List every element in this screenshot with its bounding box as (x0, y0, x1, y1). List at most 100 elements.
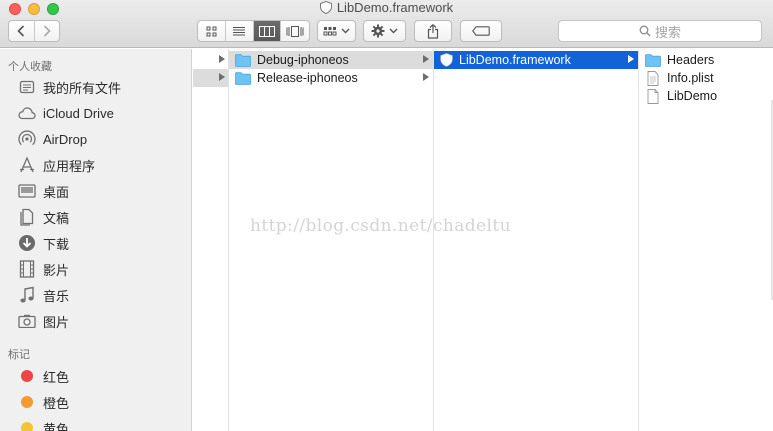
watermark-text: http://blog.csdn.net/chadeltu (250, 216, 511, 236)
view-coverflow-button[interactable] (281, 21, 309, 41)
sidebar-item-label: 红色 (43, 369, 70, 385)
view-mode-control (197, 20, 310, 42)
tag-icon (472, 26, 490, 36)
sidebar-item-label: 图片 (43, 314, 70, 330)
list-item-libdemo-framework[interactable]: LibDemo.framework (434, 51, 638, 69)
documents-icon (17, 207, 37, 227)
sidebar-item-pictures[interactable]: 图片 (0, 309, 191, 333)
search-icon (639, 25, 651, 37)
sidebar-item-desktop[interactable]: 桌面 (0, 179, 191, 203)
sidebar-item-label: 影片 (43, 262, 70, 278)
chevron-right-icon (43, 25, 51, 37)
edit-tags-button[interactable] (460, 20, 502, 42)
disclosure-arrow-icon (628, 55, 634, 63)
music-icon (17, 285, 37, 305)
zoom-button[interactable] (47, 3, 59, 15)
applications-icon (17, 155, 37, 175)
sidebar-item-label: 音乐 (43, 288, 70, 304)
disclosure-arrow-icon (423, 55, 429, 63)
coverflow-view-icon (286, 25, 304, 37)
column-view-icon (258, 25, 275, 37)
favorites-heading: 个人收藏 (8, 61, 52, 73)
file-icon (645, 88, 661, 104)
tags-heading: 标记 (8, 349, 30, 361)
sidebar-item-downloads[interactable]: 下载 (0, 231, 191, 255)
sidebar-item-applications[interactable]: 应用程序 (0, 153, 191, 177)
tag-dot-icon (17, 392, 37, 412)
sidebar-item-airdrop[interactable]: AirDrop (0, 127, 191, 151)
column-1: Debug-iphoneos Release-iphoneos (229, 49, 434, 431)
gear-icon (371, 24, 385, 38)
chevron-left-icon (17, 25, 25, 37)
folder-icon (235, 53, 251, 67)
desktop-icon (17, 181, 37, 201)
action-dropdown[interactable] (363, 20, 406, 42)
downloads-icon (17, 233, 37, 253)
framework-title-icon (319, 0, 332, 18)
share-button[interactable] (414, 20, 452, 42)
list-item-libdemo[interactable]: LibDemo (639, 87, 773, 105)
arrange-grid-icon (323, 26, 337, 35)
cloud-icon (17, 103, 37, 123)
parent-row[interactable] (193, 51, 228, 69)
sidebar-item-all-files[interactable]: 我的所有文件 (0, 75, 191, 99)
list-item-info-plist[interactable]: Info.plist (639, 69, 773, 87)
arrange-dropdown[interactable] (317, 20, 356, 42)
item-name: Headers (667, 53, 715, 67)
toolbar: LibDemo.framework 搜索 (0, 0, 773, 48)
column-2: LibDemo.framework (434, 49, 639, 431)
close-button[interactable] (9, 3, 21, 15)
minimize-button[interactable] (28, 3, 40, 15)
window-title: LibDemo.framework (0, 0, 773, 16)
back-button[interactable] (9, 21, 35, 41)
movies-icon (17, 259, 37, 279)
column-3: Headers Info.plist LibDemo (639, 49, 773, 431)
chevron-down-icon (341, 28, 350, 34)
tag-dot-icon (17, 366, 37, 386)
chevron-down-icon (389, 28, 398, 34)
column-parent (193, 49, 229, 431)
nav-buttons (8, 20, 60, 42)
forward-button[interactable] (35, 21, 60, 41)
list-item-headers[interactable]: Headers (639, 51, 773, 69)
folder-icon (235, 71, 251, 85)
list-item-debug-iphoneos[interactable]: Debug-iphoneos (229, 51, 433, 69)
all-files-icon (17, 77, 37, 97)
folder-icon (645, 53, 661, 67)
sidebar-item-music[interactable]: 音乐 (0, 283, 191, 307)
parent-row-selected[interactable] (193, 69, 228, 87)
view-icon-button[interactable] (198, 21, 226, 41)
sidebar-item-label: 桌面 (43, 184, 70, 200)
sidebar-tag-yellow[interactable]: 黄色 (0, 416, 191, 431)
view-list-button[interactable] (226, 21, 254, 41)
sidebar-item-label: 橙色 (43, 395, 70, 411)
tag-dot-icon (17, 418, 37, 431)
sidebar-tag-red[interactable]: 红色 (0, 364, 191, 388)
sidebar-tag-orange[interactable]: 橙色 (0, 390, 191, 414)
item-name: Release-iphoneos (257, 71, 358, 85)
list-item-release-iphoneos[interactable]: Release-iphoneos (229, 69, 433, 87)
sidebar-item-movies[interactable]: 影片 (0, 257, 191, 281)
view-column-button[interactable] (253, 21, 282, 41)
sidebar: 个人收藏 我的所有文件 iCloud Drive AirDrop 应用程序 桌面 (0, 49, 192, 431)
window-title-text: LibDemo.framework (336, 0, 454, 15)
disclosure-arrow-icon (423, 73, 429, 81)
sidebar-item-documents[interactable]: 文稿 (0, 205, 191, 229)
item-name: LibDemo.framework (459, 53, 571, 67)
list-view-icon (233, 26, 246, 35)
sidebar-item-label: 我的所有文件 (43, 80, 122, 96)
sidebar-item-label: 文稿 (43, 210, 70, 226)
item-name: LibDemo (667, 89, 718, 103)
item-name: Debug-iphoneos (257, 53, 349, 67)
search-input[interactable]: 搜索 (558, 20, 762, 42)
sidebar-item-label: 下载 (43, 236, 70, 252)
sidebar-item-label: AirDrop (43, 131, 88, 147)
icon-grid-icon (206, 26, 217, 36)
sidebar-item-icloud-drive[interactable]: iCloud Drive (0, 101, 191, 125)
plist-file-icon (645, 70, 661, 86)
sidebar-item-label: iCloud Drive (43, 105, 114, 121)
framework-icon (440, 53, 453, 67)
airdrop-icon (17, 129, 37, 149)
search-placeholder: 搜索 (654, 24, 681, 40)
item-name: Info.plist (667, 71, 714, 85)
